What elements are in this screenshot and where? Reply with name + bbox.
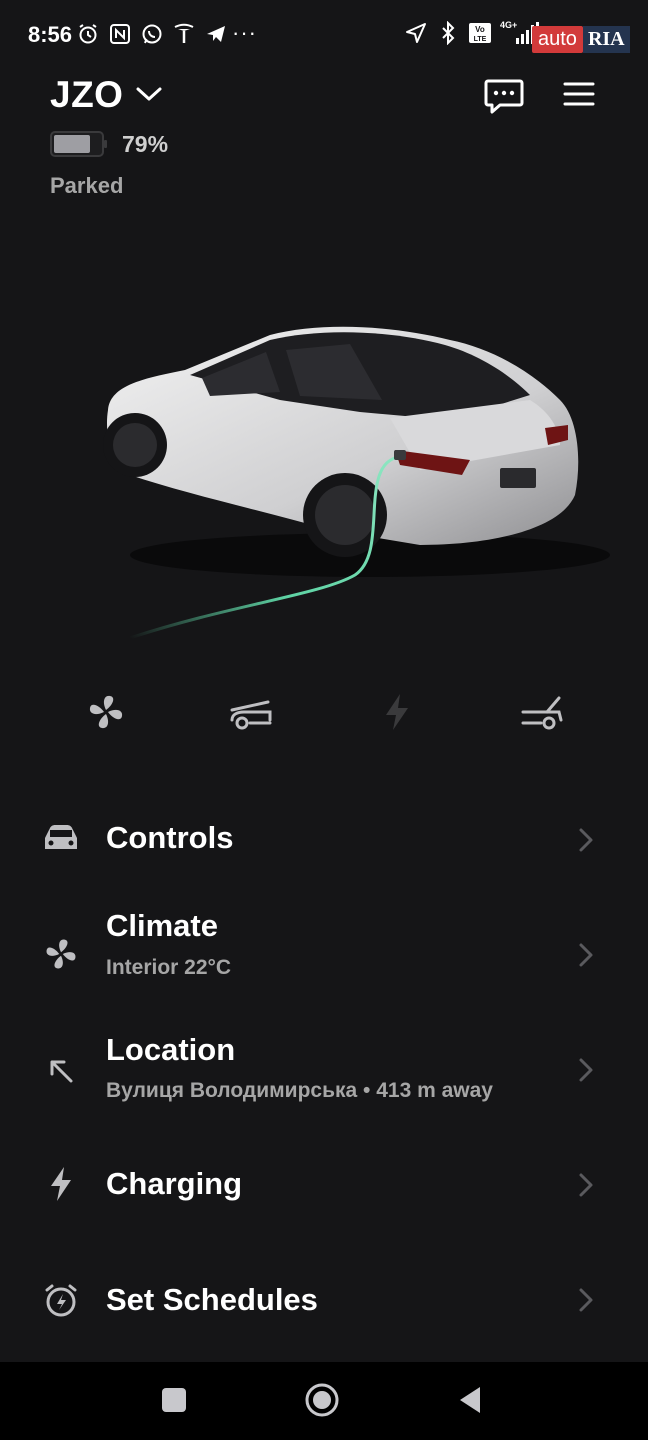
watermark-ria: RIA <box>582 25 630 53</box>
charging-title: Charging <box>106 1166 243 1201</box>
location-subtitle: Вулиця Володимирська • 413 m away <box>106 1079 493 1102</box>
quick-action-trunk[interactable] <box>518 688 566 736</box>
controls-title: Controls <box>106 820 234 855</box>
climate-subtitle: Interior 22°C <box>106 956 232 979</box>
bluetooth-icon <box>436 20 460 46</box>
watermark: auto RIA <box>532 22 642 56</box>
status-left-icons <box>76 22 228 46</box>
hamburger-menu-button[interactable] <box>562 80 596 108</box>
whatsapp-icon <box>140 22 164 46</box>
climate-title: Climate <box>106 908 218 943</box>
chevron-right-icon <box>579 943 593 967</box>
chevron-right-icon <box>579 1288 593 1312</box>
alarm-icon <box>76 22 100 46</box>
charge-port-icon <box>386 694 408 730</box>
chevron-right-icon <box>579 1058 593 1082</box>
menu-row-charging[interactable]: Charging <box>0 1136 648 1236</box>
nfc-icon <box>108 22 132 46</box>
svg-text:LTE: LTE <box>474 36 487 43</box>
svg-text:Vo: Vo <box>475 25 485 34</box>
bolt-icon <box>42 1165 80 1203</box>
menu-row-controls[interactable]: Controls <box>0 790 648 890</box>
triangle-back-icon <box>460 1387 480 1413</box>
vehicle-name[interactable]: JZO <box>50 74 123 116</box>
alarm-clock-icon <box>42 1281 80 1319</box>
fan-icon <box>42 935 80 973</box>
chevron-right-icon <box>579 1173 593 1197</box>
status-right-icons: Vo LTE 4G+ <box>404 20 540 46</box>
status-overflow: ··· <box>232 20 257 45</box>
location-arrow-icon <box>42 1052 80 1090</box>
chevron-right-icon <box>579 828 593 852</box>
car-icon <box>42 819 80 857</box>
menu-row-climate[interactable]: Climate Interior 22°C <box>0 900 648 1000</box>
vehicle-status: Parked <box>50 173 124 198</box>
quick-action-climate[interactable] <box>82 688 130 736</box>
trunk-icon <box>521 696 563 730</box>
telegram-icon <box>204 22 228 46</box>
recents-button[interactable] <box>154 1380 194 1420</box>
battery-icon <box>50 131 107 157</box>
square-icon <box>162 1388 186 1412</box>
volte-icon: Vo LTE <box>468 20 492 46</box>
back-button[interactable] <box>450 1380 490 1420</box>
menu-row-set-schedules[interactable]: Set Schedules <box>0 1250 648 1350</box>
fan-icon <box>89 695 123 729</box>
frunk-icon <box>230 700 272 730</box>
chevron-down-icon[interactable] <box>135 84 163 104</box>
home-button[interactable] <box>302 1380 342 1420</box>
quick-action-frunk[interactable] <box>227 688 275 736</box>
location-title: Location <box>106 1032 236 1067</box>
battery-percentage: 79% <box>122 131 169 157</box>
vehicle-image <box>103 326 610 640</box>
location-arrow-icon <box>404 20 428 46</box>
menu-row-location[interactable]: Location Вулиця Володимирська • 413 m aw… <box>0 1024 648 1124</box>
schedules-title: Set Schedules <box>106 1282 318 1317</box>
tesla-icon <box>172 22 196 46</box>
watermark-auto: auto <box>532 25 583 53</box>
quick-action-charge-port[interactable] <box>373 688 421 736</box>
status-time: 8:56 <box>28 22 73 47</box>
messages-button[interactable] <box>484 78 524 114</box>
circle-icon <box>305 1383 339 1417</box>
